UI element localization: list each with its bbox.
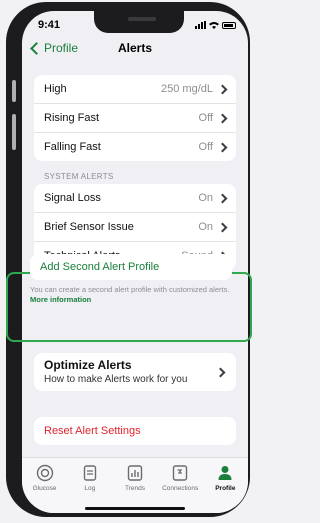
tab-trends[interactable]: Trends: [114, 464, 156, 513]
trends-icon: [127, 465, 143, 481]
alert-row-high[interactable]: High 250 mg/dL: [34, 75, 236, 104]
alert-value: Off: [198, 141, 213, 153]
nav-bar: Profile Alerts: [22, 41, 248, 63]
mute-button: [12, 80, 16, 102]
alert-row-falling-fast[interactable]: Falling Fast Off: [34, 133, 236, 161]
alert-label: High: [44, 83, 67, 95]
chevron-right-icon: [215, 367, 226, 378]
optimize-subtitle: How to make Alerts work for you: [44, 374, 188, 385]
tab-label: Trends: [124, 485, 145, 492]
tab-log[interactable]: Log: [69, 464, 111, 513]
chevron-right-icon: [217, 193, 228, 203]
tab-bar: Glucose Log Trends Connections Profile: [22, 457, 248, 513]
page-title: Alerts: [117, 41, 152, 55]
highlight-frame: [6, 272, 252, 342]
alert-label: Brief Sensor Issue: [44, 221, 134, 233]
tab-profile[interactable]: Profile: [204, 464, 246, 513]
alert-label: Falling Fast: [44, 141, 101, 153]
tab-label: Log: [84, 485, 96, 492]
reset-alert-settings-button[interactable]: Reset Alert Settings: [34, 417, 236, 445]
home-indicator: [85, 507, 185, 510]
alert-value: Off: [198, 112, 213, 124]
system-alerts-header: SYSTEM ALERTS: [44, 172, 114, 181]
chevron-right-icon: [217, 222, 228, 232]
alert-value: On: [198, 221, 213, 233]
alert-value: 250 mg/dL: [161, 83, 213, 95]
more-information-link[interactable]: More information: [30, 295, 91, 304]
profile-icon: [218, 466, 232, 480]
alert-label: Rising Fast: [44, 112, 100, 124]
optimize-alerts-row[interactable]: Optimize Alerts How to make Alerts work …: [34, 353, 236, 391]
tab-label: Profile: [215, 485, 236, 492]
status-time: 9:41: [38, 19, 61, 31]
alert-value: On: [198, 192, 213, 204]
alert-label: Signal Loss: [44, 192, 101, 204]
chevron-right-icon: [217, 113, 228, 123]
alert-row-rising-fast[interactable]: Rising Fast Off: [34, 104, 236, 133]
tab-connections[interactable]: Connections: [159, 464, 201, 513]
log-icon: [83, 465, 96, 481]
status-bar: 9:41: [22, 19, 248, 35]
tab-glucose[interactable]: Glucose: [24, 464, 66, 513]
signal-icon: [195, 21, 206, 29]
optimize-title: Optimize Alerts: [44, 358, 132, 372]
wifi-icon: [209, 22, 219, 29]
status-icons: [195, 21, 236, 29]
second-profile-note: You can create a second alert profile wi…: [30, 285, 230, 305]
chevron-right-icon: [217, 84, 228, 94]
connections-icon: [172, 465, 188, 481]
alert-row-signal-loss[interactable]: Signal Loss On: [34, 184, 236, 213]
add-second-alert-profile-button[interactable]: Add Second Alert Profile: [30, 254, 232, 280]
tab-label: Connections: [162, 485, 199, 492]
battery-icon: [222, 22, 236, 29]
volume-up-button: [12, 114, 16, 150]
glucose-icon: [36, 464, 53, 482]
alert-row-brief-sensor-issue[interactable]: Brief Sensor Issue On: [34, 213, 236, 242]
tab-label: Glucose: [32, 485, 57, 492]
alerts-top-group: High 250 mg/dL Rising Fast Off Falling F…: [34, 75, 236, 161]
second-profile-note-text: You can create a second alert profile wi…: [30, 285, 230, 294]
chevron-right-icon: [217, 142, 228, 152]
